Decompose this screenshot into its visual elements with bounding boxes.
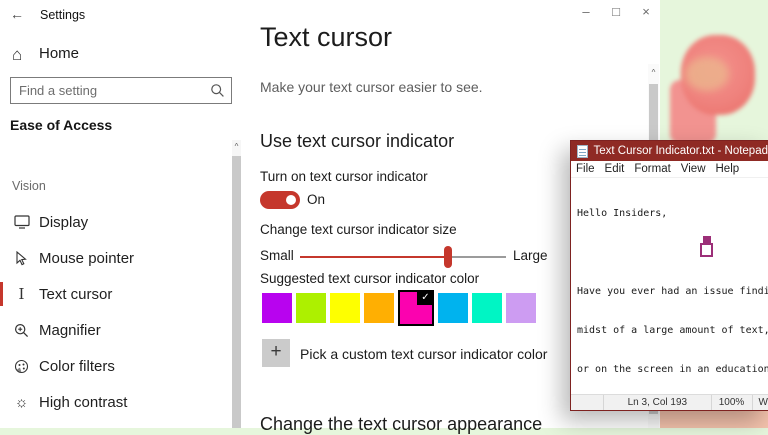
text-cursor-icon: I xyxy=(13,285,30,303)
custom-color-label[interactable]: Pick a custom text cursor indicator colo… xyxy=(300,346,547,362)
wallpaper-bottom-strip xyxy=(659,410,768,428)
color-swatch-orange[interactable] xyxy=(364,293,394,323)
color-swatch-blue[interactable] xyxy=(438,293,468,323)
notepad-text-area[interactable]: Hello Insiders, Have you ever had an iss… xyxy=(571,178,768,394)
slider-min-label: Small xyxy=(260,248,294,263)
notepad-icon xyxy=(577,145,588,158)
notepad-menubar: File Edit Format View Help xyxy=(571,161,768,178)
menu-file[interactable]: File xyxy=(571,163,600,175)
sidebar-nav: Display Mouse pointer I Text cursor Magn… xyxy=(0,204,232,420)
slider-thumb[interactable] xyxy=(444,246,452,268)
mouse-pointer-icon xyxy=(13,251,30,266)
section-heading-indicator: Use text cursor indicator xyxy=(260,131,454,152)
high-contrast-icon: ☼ xyxy=(13,394,30,411)
sidebar-scrollbar[interactable]: ^ xyxy=(232,140,241,428)
menu-edit[interactable]: Edit xyxy=(600,163,630,175)
status-zoom: 100% xyxy=(711,395,752,410)
check-icon: ✓ xyxy=(417,290,434,305)
indicator-toggle[interactable] xyxy=(260,191,300,209)
status-eol: W xyxy=(752,395,768,410)
vision-group-label: Vision xyxy=(12,179,46,193)
suggested-color-label: Suggested text cursor indicator color xyxy=(260,271,479,286)
back-icon[interactable]: ← xyxy=(10,6,24,22)
swatch-row: ✓ xyxy=(262,288,540,328)
search-input[interactable] xyxy=(11,78,231,103)
size-label: Change text cursor indicator size xyxy=(260,222,457,237)
settings-window: ← Settings – □ × ⌂ Home Ease of Access V… xyxy=(0,0,660,428)
text-cursor-indicator-box xyxy=(700,243,713,257)
status-line-col: Ln 3, Col 193 xyxy=(603,395,710,410)
page-title: Text cursor xyxy=(260,22,392,53)
search-icon xyxy=(210,83,225,98)
notepad-statusbar: Ln 3, Col 193 100% W xyxy=(571,394,768,410)
color-filters-icon xyxy=(13,359,30,374)
sidebar-scrollbar-thumb[interactable] xyxy=(232,156,241,428)
notepad-titlebar[interactable]: Text Cursor Indicator.txt - Notepad xyxy=(571,141,768,161)
color-swatch-lavender[interactable] xyxy=(506,293,536,323)
slider-max-label: Large xyxy=(513,248,548,263)
window-title: Settings xyxy=(40,8,85,22)
menu-help[interactable]: Help xyxy=(711,163,745,175)
wallpaper-knuckles xyxy=(685,57,729,91)
toggle-knob xyxy=(286,195,296,205)
section-heading-appearance: Change the text cursor appearance xyxy=(260,414,542,435)
sidebar-item-mouse-pointer[interactable]: Mouse pointer xyxy=(0,240,232,276)
slider-track-filled[interactable] xyxy=(300,256,448,258)
display-icon xyxy=(13,215,30,229)
ease-of-access-header: Ease of Access xyxy=(10,117,112,133)
notepad-window: Text Cursor Indicator.txt - Notepad File… xyxy=(570,140,768,411)
sidebar-item-home[interactable]: Home xyxy=(39,45,79,62)
sidebar-item-color-filters[interactable]: Color filters xyxy=(0,348,232,384)
selected-accent-bar xyxy=(0,282,3,306)
menu-view[interactable]: View xyxy=(676,163,711,175)
color-swatch-turquoise[interactable] xyxy=(472,293,502,323)
sidebar-item-text-cursor[interactable]: I Text cursor xyxy=(0,276,232,312)
home-icon: ⌂ xyxy=(12,45,22,65)
scroll-up-icon[interactable]: ^ xyxy=(648,66,659,80)
color-swatch-yellow[interactable] xyxy=(330,293,360,323)
toggle-label: Turn on text cursor indicator xyxy=(260,169,428,184)
color-swatch-pink-selected[interactable]: ✓ xyxy=(398,290,434,326)
custom-color-button[interactable]: + xyxy=(262,339,290,367)
notepad-title: Text Cursor Indicator.txt - Notepad xyxy=(594,145,768,157)
toggle-state-label: On xyxy=(307,192,325,207)
scroll-up-icon[interactable]: ^ xyxy=(232,140,241,154)
sidebar-item-magnifier[interactable]: Magnifier xyxy=(0,312,232,348)
magnifier-icon xyxy=(13,323,30,338)
menu-format[interactable]: Format xyxy=(629,163,675,175)
page-subtitle: Make your text cursor easier to see. xyxy=(260,79,483,95)
minimize-button[interactable]: – xyxy=(574,4,598,19)
close-button[interactable]: × xyxy=(634,4,658,19)
text-cursor-indicator-top xyxy=(703,236,711,243)
sidebar-item-display[interactable]: Display xyxy=(0,204,232,240)
color-swatch-purple[interactable] xyxy=(262,293,292,323)
color-swatch-yellow-green[interactable] xyxy=(296,293,326,323)
maximize-button[interactable]: □ xyxy=(604,4,628,19)
search-box[interactable] xyxy=(10,77,232,104)
slider-track-rest[interactable] xyxy=(452,256,506,258)
sidebar-item-high-contrast[interactable]: ☼ High contrast xyxy=(0,384,232,420)
